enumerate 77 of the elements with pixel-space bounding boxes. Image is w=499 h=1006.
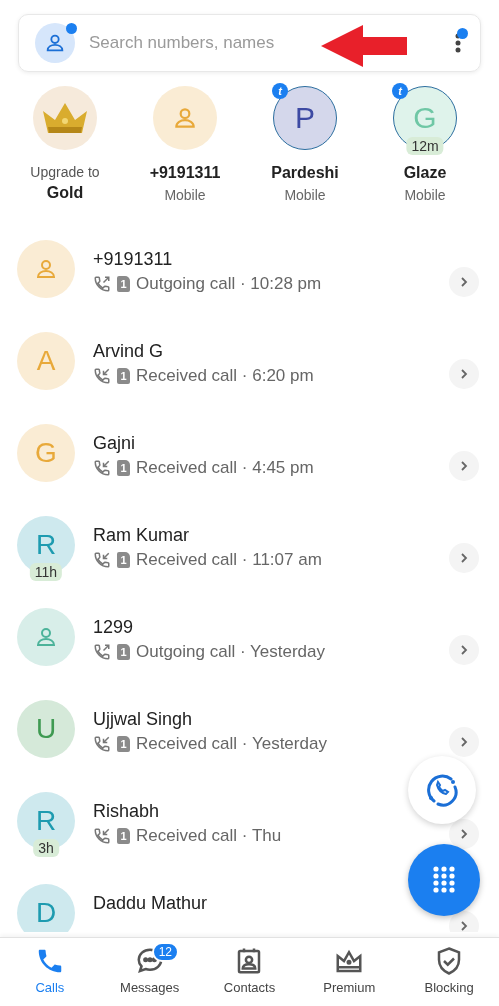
dialpad-button[interactable]	[408, 844, 480, 916]
incoming-call-icon	[93, 551, 111, 569]
incoming-call-icon	[93, 827, 111, 845]
incoming-call-icon	[93, 735, 111, 753]
nav-tab[interactable]: Premium	[299, 938, 400, 1006]
phone-type: Mobile	[164, 186, 206, 205]
call-detail: Outgoing call · 10:28 pm	[136, 274, 322, 294]
contact-avatar: A	[17, 332, 75, 390]
contact-name[interactable]: +9191311	[149, 162, 221, 184]
phone-type: Mobile	[284, 186, 326, 205]
outgoing-call-icon	[93, 275, 111, 293]
incoming-call-icon	[93, 459, 111, 477]
sim-badge: 1	[117, 736, 130, 752]
contact-name: Rishabh	[93, 800, 161, 822]
sim-badge: 1	[117, 276, 130, 292]
sim-badge: 1	[117, 644, 130, 660]
unread-badge: 12	[151, 942, 180, 962]
chevron-icon	[458, 920, 470, 932]
sim-badge: 1	[117, 460, 130, 476]
profile-avatar[interactable]	[35, 23, 75, 63]
sim-badge: 1	[117, 828, 130, 844]
call-detail: Received call · 6:20 pm	[136, 366, 314, 386]
details-button[interactable]	[449, 727, 479, 757]
chevron-icon	[458, 276, 470, 288]
chevron-icon	[458, 460, 470, 472]
time-badge: 12m	[406, 137, 444, 155]
call-detail: Received call · 4:45 pm	[136, 458, 314, 478]
time-badge: 3h	[33, 839, 59, 857]
upgrade-label[interactable]: Gold	[46, 182, 84, 204]
contact-name: Arvind G	[93, 340, 165, 362]
contact-avatar: P t	[273, 86, 337, 150]
nav-tab[interactable]: Blocking	[399, 938, 499, 1006]
dialpad-icon	[432, 866, 456, 894]
contact-name: Daddu Mathur	[93, 892, 209, 914]
details-button[interactable]	[449, 635, 479, 665]
call-detail: Received call · 11:07 am	[136, 550, 322, 570]
chevron-icon	[458, 368, 470, 380]
details-button[interactable]	[449, 451, 479, 481]
call-assistant-button[interactable]	[408, 756, 476, 824]
contact-name: 1299	[93, 616, 135, 638]
contact-name: Ram Kumar	[93, 524, 191, 546]
search-bar[interactable]: Search numbers, names	[18, 14, 481, 72]
contact-avatar: D	[17, 884, 75, 932]
contact-avatar: G	[17, 424, 75, 482]
chevron-icon	[458, 736, 470, 748]
details-button[interactable]	[449, 911, 479, 932]
nav-tab[interactable]: Calls	[0, 938, 100, 1006]
time-badge: 11h	[29, 563, 63, 581]
chevron-icon	[458, 552, 470, 564]
contact-name: Gajni	[93, 432, 137, 454]
sim-badge: 1	[117, 552, 130, 568]
chevron-icon	[458, 828, 470, 840]
sim-badge: 1	[117, 368, 130, 384]
contact-name[interactable]: Pardeshi	[271, 162, 339, 184]
contact-name: +9191311	[93, 248, 174, 270]
app-badge: t	[272, 83, 288, 99]
call-detail: Outgoing call · Yesterday	[136, 642, 325, 662]
chevron-icon	[458, 644, 470, 656]
call-detail: Received call · Thu	[136, 826, 282, 846]
app-badge: t	[392, 83, 408, 99]
nav-tab[interactable]: Contacts	[199, 938, 300, 1006]
details-button[interactable]	[449, 819, 479, 849]
phone-icon	[425, 773, 459, 807]
incoming-call-icon	[93, 367, 111, 385]
phone-type: Mobile	[404, 186, 446, 205]
contact-name[interactable]: Glaze	[403, 162, 447, 184]
contact-avatar: U	[17, 700, 75, 758]
call-detail: Received call · Yesterday	[136, 734, 327, 754]
person-icon	[44, 32, 66, 54]
search-field[interactable]: Search numbers, names	[89, 33, 434, 53]
nav-tab[interactable]: Messages 12	[99, 938, 200, 1006]
outgoing-call-icon	[93, 643, 111, 661]
details-button[interactable]	[449, 267, 479, 297]
details-button[interactable]	[449, 359, 479, 389]
upgrade-label[interactable]: Upgrade to	[30, 162, 100, 182]
contact-name: Ujjwal Singh	[93, 708, 194, 730]
details-button[interactable]	[449, 543, 479, 573]
